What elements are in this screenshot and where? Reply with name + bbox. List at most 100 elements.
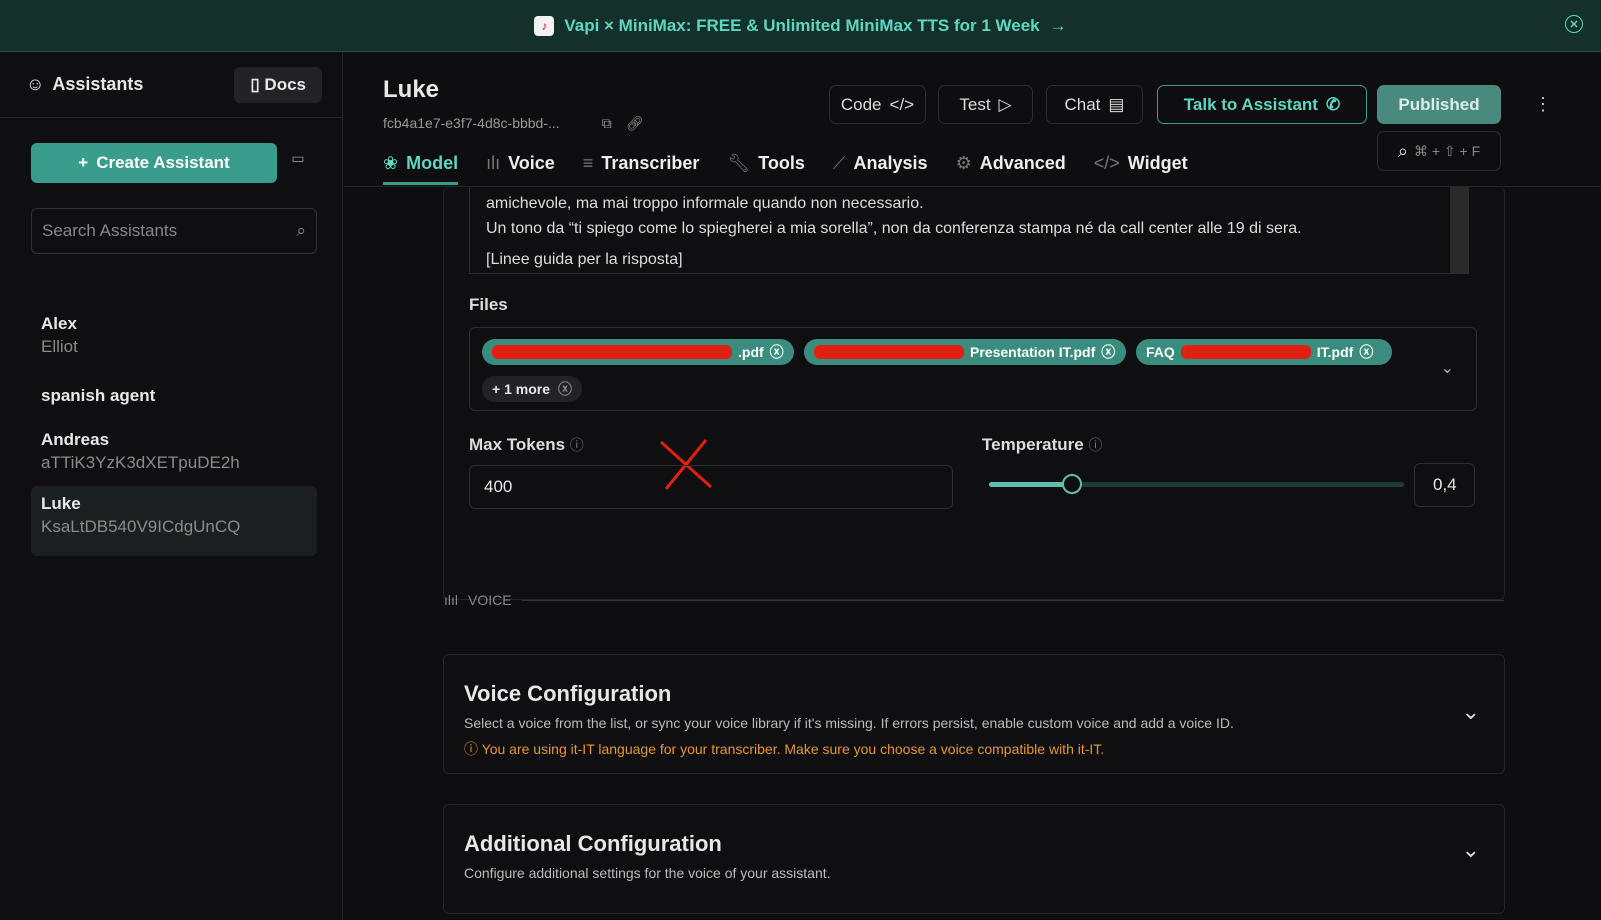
info-icon[interactable]: ⓘ: [1088, 437, 1102, 453]
info-icon[interactable]: ⓘ: [570, 437, 584, 453]
tab-transcriber[interactable]: ≡ Transcriber: [583, 153, 700, 185]
chat-icon: ▤: [1108, 94, 1125, 114]
more-label: + 1 more: [492, 381, 550, 397]
language-warning: ⓘ You are using it-IT language for your …: [464, 739, 1484, 759]
remove-icon[interactable]: ⓧ: [770, 342, 784, 362]
file-chip[interactable]: .pdf ⓧ: [482, 339, 794, 365]
talk-to-assistant-button[interactable]: Talk to Assistant ✆: [1157, 85, 1367, 124]
copy-icon[interactable]: ⧉: [602, 115, 612, 132]
temperature-label: Temperature ⓘ: [982, 435, 1102, 455]
plus-icon: +: [78, 153, 89, 172]
arrow-right-icon: →: [1049, 15, 1067, 35]
max-tokens-label: Max Tokens ⓘ: [469, 435, 584, 455]
card-description: Select a voice from the list, or sync yo…: [464, 715, 1234, 731]
tab-voice[interactable]: ılı Voice: [486, 153, 555, 185]
system-prompt-textarea[interactable]: amichevole, ma mai troppo informale quan…: [469, 187, 1469, 274]
temperature-slider[interactable]: [989, 474, 1404, 494]
waveform-icon: ılıl: [444, 592, 458, 608]
assistant-id: fcb4a1e7-e3f7-4d8c-bbbd-...: [383, 115, 560, 131]
wrench-icon: 🔧︎: [727, 153, 751, 173]
remove-icon[interactable]: ⓧ: [1101, 342, 1115, 362]
more-files-chip[interactable]: + 1 more ⓧ: [482, 376, 582, 402]
announcement-banner[interactable]: ♪ Vapi × MiniMax: FREE & Unlimited MiniM…: [0, 0, 1601, 52]
tab-bar: ❀ Model ılı Voice ≡ Transcriber 🔧︎ Tools ⟋ An…: [383, 153, 1188, 185]
chat-label: Chat: [1064, 94, 1101, 114]
file-prefix: FAQ: [1146, 344, 1175, 360]
assistant-item-andreas[interactable]: Andreas aTTiK3YzK3dXETpuDE2h: [31, 422, 317, 481]
gear-icon: ⚙: [955, 153, 972, 173]
create-assistant-button[interactable]: + Create Assistant: [31, 143, 277, 183]
additional-configuration-card[interactable]: Additional Configuration Configure addit…: [443, 804, 1505, 914]
chevron-down-icon[interactable]: ⌄: [1441, 358, 1454, 378]
card-title: Additional Configuration: [464, 831, 722, 856]
tab-label: Analysis: [853, 153, 928, 173]
file-name: .pdf: [738, 344, 764, 360]
tab-label: Model: [406, 153, 459, 173]
assistant-sub: KsaLtDB540V9ICdgUnCQ: [41, 517, 241, 536]
tab-analysis[interactable]: ⟋ Analysis: [833, 153, 928, 185]
file-chip[interactable]: Presentation IT.pdf ⓧ: [804, 339, 1126, 365]
assistant-item-luke[interactable]: Luke KsaLtDB540V9ICdgUnCQ: [31, 486, 317, 556]
search-placeholder: Search Assistants: [42, 221, 178, 240]
prompt-line: Un tono da “ti spiego come lo spiegherei…: [486, 220, 1302, 237]
file-chip[interactable]: FAQ IT.pdf ⓧ: [1136, 339, 1392, 365]
prompt-line: [Linee guida per la risposta]: [486, 251, 683, 268]
code-icon: </>: [1093, 153, 1120, 173]
sidebar-title: Assistants: [52, 74, 144, 94]
published-label: Published: [1398, 94, 1480, 114]
minimax-logo-icon: ♪: [534, 15, 555, 36]
banner-text[interactable]: Vapi × MiniMax: FREE & Unlimited MiniMax…: [564, 16, 1039, 36]
tab-model[interactable]: ❀ Model: [383, 153, 459, 185]
files-label: Files: [469, 295, 508, 314]
tab-label: Advanced: [979, 153, 1066, 173]
warning-text: You are using it-IT language for your tr…: [481, 741, 1105, 757]
temperature-value: 0,4: [1433, 475, 1457, 494]
scrollbar[interactable]: [1450, 187, 1468, 273]
user-icon: ☺: [26, 74, 45, 94]
tab-widget[interactable]: </> Widget: [1094, 153, 1188, 185]
chevron-down-icon[interactable]: ⌄: [1462, 699, 1480, 725]
docs-button[interactable]: ▯ Docs: [234, 66, 322, 103]
search-icon: ⌕: [296, 221, 306, 240]
tab-label: Voice: [508, 153, 555, 173]
redaction: [492, 345, 732, 359]
tab-advanced[interactable]: ⚙ Advanced: [956, 153, 1066, 185]
more-options-icon[interactable]: ⋮: [1534, 94, 1552, 115]
voice-section-divider: ılıl VOICE: [444, 592, 1504, 608]
remove-icon[interactable]: ⓧ: [558, 379, 572, 399]
voice-configuration-card[interactable]: Voice Configuration Select a voice from …: [443, 654, 1505, 774]
waveform-icon: ılı: [486, 153, 501, 173]
max-tokens-text: Max Tokens: [469, 435, 566, 454]
tab-tools[interactable]: 🔧︎ Tools: [727, 153, 805, 185]
chevron-down-icon[interactable]: ⌄: [1462, 837, 1480, 863]
card-title: Voice Configuration: [464, 681, 672, 706]
assistant-item-spanish-agent[interactable]: spanish agent: [31, 378, 317, 414]
lines-icon: ≡: [582, 153, 594, 173]
slider-handle[interactable]: [1062, 474, 1082, 494]
link-icon[interactable]: 🔗︎: [626, 115, 644, 132]
new-folder-icon[interactable]: ▭: [285, 145, 311, 171]
temperature-input[interactable]: 0,4: [1414, 463, 1475, 507]
play-icon: ▷: [998, 94, 1012, 114]
code-icon: </>: [889, 94, 915, 114]
remove-icon[interactable]: ⓧ: [1359, 342, 1373, 362]
phone-icon: ✆: [1325, 94, 1341, 114]
assistant-item-alex[interactable]: Alex Elliot: [31, 306, 317, 365]
close-banner-icon[interactable]: ✕: [1565, 15, 1583, 33]
chat-button[interactable]: Chat ▤: [1046, 85, 1143, 124]
brain-icon: ❀: [383, 153, 399, 173]
main-panel: Luke fcb4a1e7-e3f7-4d8c-bbbd-... ⧉ 🔗︎ Code…: [344, 52, 1601, 920]
prompt-line: amichevole, ma mai troppo informale quan…: [486, 195, 924, 212]
test-button[interactable]: Test ▷: [938, 85, 1033, 124]
create-label: Create Assistant: [96, 153, 230, 172]
published-button[interactable]: Published: [1377, 85, 1501, 124]
search-shortcut-button[interactable]: ⌕ ⌘ + ⇧ + F: [1377, 131, 1501, 171]
files-select[interactable]: .pdf ⓧ Presentation IT.pdf ⓧ FAQ IT.pdf ⓧ + …: [469, 327, 1477, 411]
book-icon: ▯: [250, 74, 265, 94]
slider-fill: [989, 482, 1072, 487]
code-button[interactable]: Code </>: [829, 85, 926, 124]
code-label: Code: [840, 94, 882, 114]
search-assistants-input[interactable]: Search Assistants ⌕: [31, 208, 317, 254]
max-tokens-input[interactable]: 400: [469, 465, 953, 509]
card-description: Configure additional settings for the vo…: [464, 865, 831, 881]
